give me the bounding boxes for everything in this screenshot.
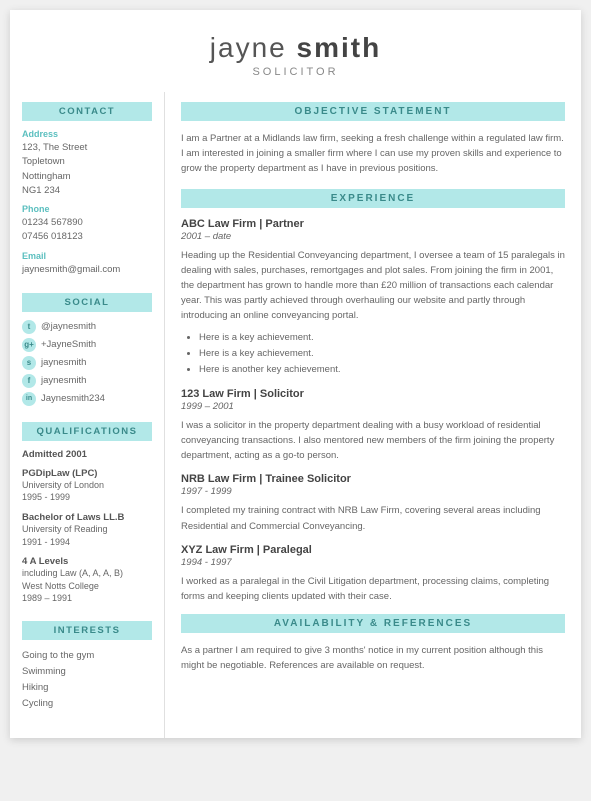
facebook-icon: f (22, 374, 36, 388)
address-label: Address (22, 129, 152, 139)
skype-icon: s (22, 356, 36, 370)
qual-admitted: Admitted 2001 (22, 449, 152, 460)
qual-alevels-title: 4 A Levels (22, 556, 152, 567)
candidate-name: jayne smith (30, 32, 561, 64)
achievement-2: Here is a key achievement. (199, 346, 565, 362)
qual-admitted-title: Admitted 2001 (22, 449, 152, 460)
job-123-desc: I was a solicitor in the property depart… (181, 418, 565, 464)
linkedin-icon: in (22, 392, 36, 406)
resume-header: jayne smith SOLICITOR (10, 10, 581, 92)
qual-llb: Bachelor of Laws LL.B University of Read… (22, 512, 152, 548)
job-nrb-title: NRB Law Firm | Trainee Solicitor (181, 473, 565, 485)
address-text: 123, The StreetTopletownNottinghamNG1 23… (22, 141, 152, 198)
objective-text: I am a Partner at a Midlands law firm, s… (181, 131, 565, 177)
resume: jayne smith SOLICITOR CONTACT Address 12… (10, 10, 581, 738)
contact-section: CONTACT Address 123, The StreetTopletown… (22, 102, 152, 277)
job-nrb-dates: 1997 - 1999 (181, 486, 565, 497)
social-skype: s jaynesmith (22, 356, 152, 370)
google-handle: +JayneSmith (41, 339, 96, 350)
qualifications-section: QUALIFICATIONS Admitted 2001 PGDipLaw (L… (22, 422, 152, 605)
interests-section-title: INTERESTS (22, 621, 152, 640)
interests-section: INTERESTS Going to the gymSwimmingHiking… (22, 621, 152, 713)
interests-text: Going to the gymSwimmingHikingCycling (22, 648, 152, 713)
twitter-handle: @jaynesmith (41, 321, 96, 332)
availability-text: As a partner I am required to give 3 mon… (181, 643, 565, 673)
job-nrb: NRB Law Firm | Trainee Solicitor 1997 - … (181, 473, 565, 533)
phone-label: Phone (22, 204, 152, 214)
qual-llb-title: Bachelor of Laws LL.B (22, 512, 152, 523)
job-nrb-desc: I completed my training contract with NR… (181, 503, 565, 533)
social-twitter: t @jaynesmith (22, 320, 152, 334)
job-abc-dates: 2001 – date (181, 231, 565, 242)
job-123-dates: 1999 – 2001 (181, 401, 565, 412)
sidebar: CONTACT Address 123, The StreetTopletown… (10, 92, 165, 738)
skype-handle: jaynesmith (41, 357, 86, 368)
first-name: jayne (210, 32, 297, 63)
objective-header: OBJECTIVE STATEMENT (181, 102, 565, 121)
job-123: 123 Law Firm | Solicitor 1999 – 2001 I w… (181, 388, 565, 464)
job-abc-title: ABC Law Firm | Partner (181, 218, 565, 230)
qual-pgdip: PGDipLaw (LPC) University of London1995 … (22, 468, 152, 504)
qual-alevels: 4 A Levels including Law (A, A, A, B)Wes… (22, 556, 152, 605)
job-xyz-desc: I worked as a paralegal in the Civil Lit… (181, 574, 565, 604)
job-xyz-title: XYZ Law Firm | Paralegal (181, 544, 565, 556)
email-label: Email (22, 251, 152, 261)
job-xyz: XYZ Law Firm | Paralegal 1994 - 1997 I w… (181, 544, 565, 604)
job-xyz-dates: 1994 - 1997 (181, 557, 565, 568)
job-123-title: 123 Law Firm | Solicitor (181, 388, 565, 400)
qualifications-section-title: QUALIFICATIONS (22, 422, 152, 441)
contact-section-title: CONTACT (22, 102, 152, 121)
twitter-icon: t (22, 320, 36, 334)
main-content: CONTACT Address 123, The StreetTopletown… (10, 92, 581, 738)
qual-pgdip-sub: University of London1995 - 1999 (22, 479, 152, 504)
linkedin-handle: Jaynesmith234 (41, 393, 105, 404)
phone-text: 01234 56789007456 018123 (22, 216, 152, 245)
google-icon: g+ (22, 338, 36, 352)
last-name: smith (297, 32, 382, 63)
job-abc: ABC Law Firm | Partner 2001 – date Headi… (181, 218, 565, 378)
email-text: jaynesmith@gmail.com (22, 263, 152, 277)
social-google: g+ +JayneSmith (22, 338, 152, 352)
qual-llb-sub: University of Reading1991 - 1994 (22, 523, 152, 548)
social-section-title: SOCIAL (22, 293, 152, 312)
achievement-3: Here is another key achievement. (199, 362, 565, 378)
availability-header: AVAILABILITY & REFERENCES (181, 614, 565, 633)
achievement-1: Here is a key achievement. (199, 330, 565, 346)
social-section: SOCIAL t @jaynesmith g+ +JayneSmith s ja… (22, 293, 152, 406)
qual-alevels-sub: including Law (A, A, A, B)West Notts Col… (22, 567, 152, 605)
experience-header: EXPERIENCE (181, 189, 565, 208)
social-facebook: f jaynesmith (22, 374, 152, 388)
qual-pgdip-title: PGDipLaw (LPC) (22, 468, 152, 479)
social-linkedin: in Jaynesmith234 (22, 392, 152, 406)
job-abc-achievements: Here is a key achievement. Here is a key… (181, 330, 565, 378)
facebook-handle: jaynesmith (41, 375, 86, 386)
right-content: OBJECTIVE STATEMENT I am a Partner at a … (165, 92, 581, 738)
candidate-title: SOLICITOR (30, 66, 561, 78)
job-abc-desc: Heading up the Residential Conveyancing … (181, 248, 565, 324)
